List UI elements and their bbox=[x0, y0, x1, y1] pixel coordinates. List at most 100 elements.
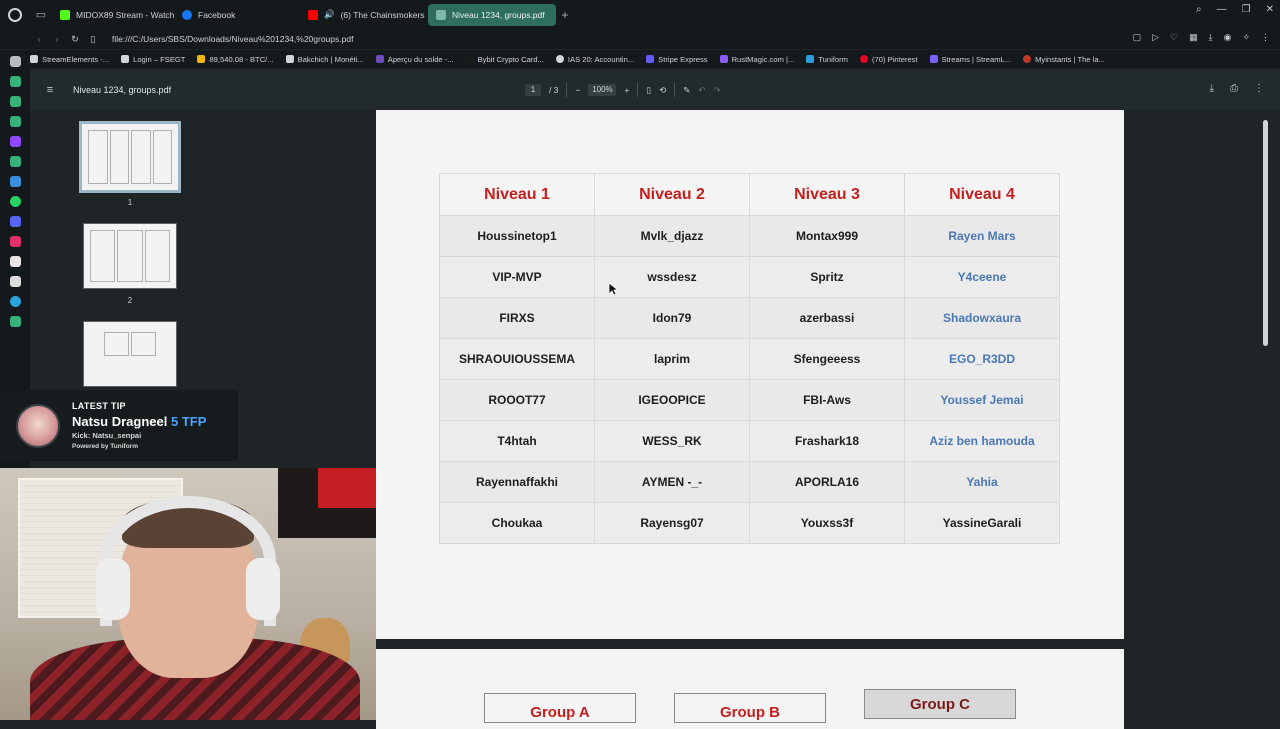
hamburger-menu-icon[interactable]: ≡ bbox=[30, 84, 70, 96]
fit-page-icon[interactable]: ▯ bbox=[646, 85, 651, 96]
instagram-icon[interactable] bbox=[9, 236, 21, 247]
bookmark-favicon-icon bbox=[121, 55, 130, 63]
table-cell: FBI-Aws bbox=[749, 379, 905, 421]
play-icon[interactable]: ▷ bbox=[1152, 32, 1159, 43]
pdf-viewer[interactable]: Niveau 1 Niveau 2 Niveau 3 Niveau 4 Hous… bbox=[230, 110, 1270, 729]
bookmark-item[interactable]: Tuniform bbox=[806, 55, 848, 64]
bookmark-item[interactable]: Streams | StreamL... bbox=[929, 55, 1011, 64]
bookmark-item[interactable]: StreamElements -... bbox=[30, 55, 109, 64]
table-cell: laprim bbox=[594, 338, 750, 380]
url-field[interactable]: file:///C:/Users/SBS/Downloads/Niveau%20… bbox=[112, 34, 353, 44]
scrollbar-thumb[interactable] bbox=[1263, 120, 1268, 346]
messenger-app-icon[interactable] bbox=[9, 116, 21, 127]
x-icon[interactable] bbox=[9, 276, 21, 287]
history-icon[interactable] bbox=[9, 56, 21, 67]
draw-icon[interactable]: ✎ bbox=[683, 85, 690, 96]
groups-row: Group A Group B Group C bbox=[484, 689, 1016, 723]
table-cell: T4htah bbox=[439, 420, 595, 462]
bookmark-favicon-icon bbox=[929, 55, 938, 63]
headset-ear-left bbox=[96, 558, 130, 620]
forward-icon[interactable]: › bbox=[48, 34, 66, 44]
headset-ear-right bbox=[246, 558, 280, 620]
tab-pdf-active[interactable]: Niveau 1234, groups.pdf bbox=[428, 3, 556, 26]
speaker-icon[interactable]: 🔊 bbox=[324, 9, 335, 20]
table-cell: Mvlk_djazz bbox=[594, 215, 750, 257]
browser-logo-icon[interactable] bbox=[0, 0, 30, 29]
divider bbox=[674, 83, 676, 97]
more-options-icon[interactable]: ⋮ bbox=[1254, 83, 1264, 94]
table-cell: Sfengeeess bbox=[749, 338, 905, 380]
zoom-in-icon[interactable]: + bbox=[624, 85, 629, 95]
discord-icon[interactable] bbox=[9, 216, 21, 227]
rotate-icon[interactable]: ⟲ bbox=[659, 85, 666, 96]
print-icon[interactable]: ⎙ bbox=[1230, 83, 1238, 94]
download-pdf-icon[interactable]: ⤓ bbox=[1210, 83, 1214, 94]
download-icon[interactable]: ⤓ bbox=[1209, 32, 1213, 43]
zoom-out-icon[interactable]: − bbox=[575, 85, 580, 95]
heart-icon[interactable]: ♡ bbox=[1170, 32, 1178, 43]
bookmark-item[interactable]: 89,540.08 - BTC/... bbox=[197, 55, 274, 64]
address-bar: ‹ › ↻ ▯ file:///C:/Users/SBS/Downloads/N… bbox=[0, 29, 1280, 49]
page-number-input[interactable]: 1 bbox=[525, 84, 541, 96]
whatsapp-icon[interactable] bbox=[9, 196, 21, 207]
pinboard-icon[interactable] bbox=[9, 96, 21, 107]
new-tab-button[interactable]: + bbox=[556, 6, 574, 24]
table-row: T4htah WESS_RK Frashark18 Aziz ben hamou… bbox=[439, 420, 1060, 462]
ai-icon[interactable]: ✧ bbox=[1242, 32, 1250, 43]
bookmark-item[interactable]: Login – FSEGT bbox=[121, 55, 185, 64]
minimize-icon[interactable]: — bbox=[1217, 4, 1227, 15]
table-header-row: Niveau 1 Niveau 2 Niveau 3 Niveau 4 bbox=[439, 173, 1060, 216]
bookmark-item[interactable]: Bybit Crypto Card... bbox=[465, 55, 544, 64]
undo-icon[interactable]: ↶ bbox=[698, 85, 705, 96]
tab-overview-icon[interactable]: ▭ bbox=[30, 5, 52, 25]
bookmark-item[interactable]: Bakchich | Monéti... bbox=[285, 55, 364, 64]
bookmark-item[interactable]: RustMagic.com |... bbox=[719, 55, 794, 64]
pdf-toolbar: ≡ Niveau 1234, groups.pdf 1 / 3 − 100% +… bbox=[30, 70, 1280, 110]
bookmark-page-icon[interactable]: ▢ bbox=[1133, 32, 1142, 43]
bookmark-item[interactable]: IAS 20: Accountin... bbox=[555, 55, 634, 64]
table-row: Rayennaffakhi AYMEN -_- APORLA16 Yahia bbox=[439, 461, 1060, 503]
thumbnail-content bbox=[88, 130, 172, 184]
page-thumbnail-3[interactable] bbox=[83, 321, 177, 387]
tab-youtube[interactable]: 🔊 (6) The Chainsmokers bbox=[300, 4, 428, 26]
extensions-icon[interactable]: ▦ bbox=[1189, 32, 1198, 43]
mouse-cursor-icon bbox=[609, 283, 618, 296]
bookmark-item[interactable]: (70) Pinterest bbox=[860, 55, 918, 64]
column-header: Niveau 3 bbox=[749, 173, 905, 216]
tab-midox89[interactable]: MIDOX89 Stream - Watch L bbox=[52, 4, 174, 26]
table-cell: WESS_RK bbox=[594, 420, 750, 462]
bookmark-favicon-icon bbox=[719, 55, 728, 63]
column-header: Niveau 1 bbox=[439, 173, 595, 216]
telegram-icon[interactable] bbox=[9, 296, 21, 307]
messenger-icon[interactable] bbox=[9, 176, 21, 187]
zoom-input[interactable]: 100% bbox=[588, 84, 617, 96]
back-icon[interactable]: ‹ bbox=[30, 34, 48, 44]
reload-icon[interactable]: ↻ bbox=[66, 34, 84, 45]
twitch-icon[interactable] bbox=[9, 136, 21, 147]
restore-icon[interactable]: ❐ bbox=[1242, 4, 1251, 15]
player-icon[interactable] bbox=[9, 316, 21, 327]
scrollbar[interactable] bbox=[1262, 110, 1269, 720]
table-cell: Rayennaffakhi bbox=[439, 461, 595, 503]
tipper-name: Natsu Dragneel 5 TFP bbox=[72, 414, 207, 429]
tab-facebook[interactable]: Facebook bbox=[174, 4, 300, 26]
redo-icon[interactable]: ↷ bbox=[713, 85, 720, 96]
search-icon[interactable]: ⌕ bbox=[1196, 4, 1202, 15]
close-icon[interactable]: ✕ bbox=[1266, 4, 1274, 15]
thumbnail-label: 1 bbox=[127, 198, 133, 207]
page-thumbnail-1[interactable] bbox=[79, 121, 181, 193]
table-cell: Houssinetop1 bbox=[439, 215, 595, 257]
menu-icon[interactable]: ⋮ bbox=[1261, 32, 1270, 43]
bookmark-item[interactable]: Myinstants | The la... bbox=[1023, 55, 1105, 64]
discount-icon[interactable] bbox=[9, 156, 21, 167]
tiktok-icon[interactable] bbox=[9, 256, 21, 267]
bookmark-item[interactable]: Stripe Express bbox=[646, 55, 708, 64]
table-cell: Spritz bbox=[749, 256, 905, 298]
table-row: FIRXS Idon79 azerbassi Shadowxaura bbox=[439, 297, 1060, 339]
bookmark-item[interactable]: Aperçu du solde -... bbox=[375, 55, 454, 64]
page-thumbnail-2[interactable] bbox=[83, 223, 177, 289]
bookmark-favicon-icon bbox=[30, 55, 38, 63]
profile-icon[interactable]: ◉ bbox=[1224, 32, 1232, 43]
column-header: Niveau 4 bbox=[904, 173, 1060, 216]
gx-corner-icon[interactable] bbox=[9, 76, 21, 87]
